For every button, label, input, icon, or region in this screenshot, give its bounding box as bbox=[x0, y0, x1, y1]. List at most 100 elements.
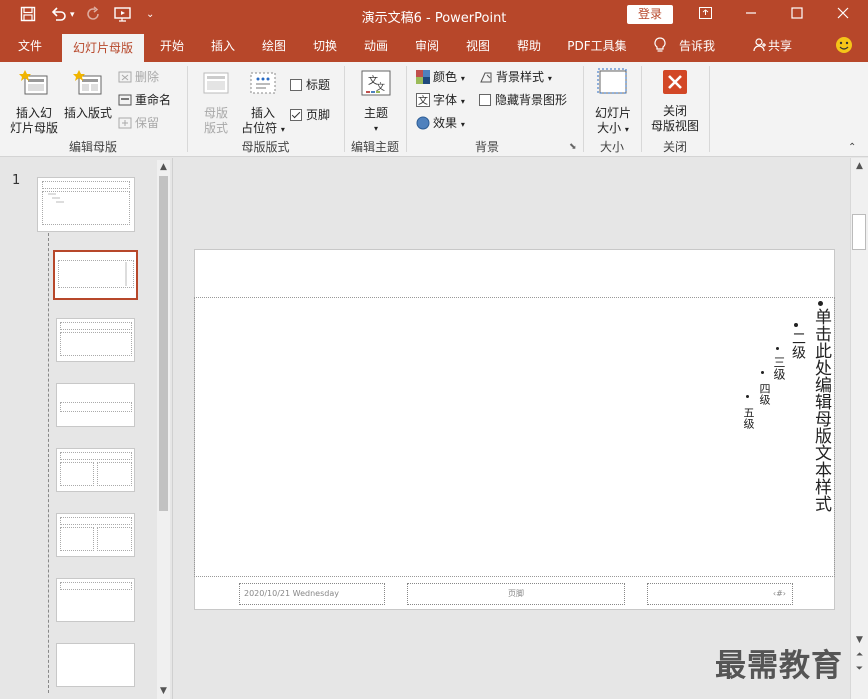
layout-thumbnail[interactable] bbox=[56, 578, 135, 622]
layout-thumbnail-selected[interactable] bbox=[53, 250, 138, 300]
title-checkbox[interactable]: 标题 bbox=[290, 76, 330, 94]
colors-icon bbox=[416, 70, 430, 84]
scroll-up-arrow[interactable]: ▲ bbox=[157, 162, 170, 172]
bullet-level-2 bbox=[794, 323, 798, 327]
thumbnail-scrollbar[interactable]: ▲ ▼ bbox=[157, 160, 170, 699]
scroll-down-arrow[interactable]: ▼ bbox=[851, 635, 868, 645]
level-4-text: 四级 bbox=[758, 383, 771, 405]
background-styles-button[interactable]: 背景样式 ▾ bbox=[479, 68, 552, 86]
minimize-icon[interactable] bbox=[740, 4, 762, 26]
hide-background-graphics-box[interactable] bbox=[479, 94, 491, 106]
master-layout-button: 母版 版式 bbox=[196, 68, 236, 136]
canvas-scroll-thumb[interactable] bbox=[852, 214, 866, 250]
slide-size-button[interactable]: 幻灯片 大小 ▾ bbox=[590, 68, 636, 137]
layout-thumbnail[interactable] bbox=[56, 318, 135, 362]
master-slide-thumbnail[interactable] bbox=[37, 177, 135, 232]
scroll-down-arrow[interactable]: ▼ bbox=[157, 686, 170, 696]
tab-pdf-tools[interactable]: PDF工具集 bbox=[562, 31, 632, 62]
tab-slide-master[interactable]: 幻灯片母版 bbox=[62, 34, 144, 62]
title-bar: ▾ ⌄ 演示文稿6 - PowerPoint 登录 bbox=[0, 0, 868, 31]
maximize-icon[interactable] bbox=[786, 4, 808, 26]
layout-thumbnail[interactable] bbox=[56, 643, 135, 687]
scroll-up-arrow[interactable]: ▲ bbox=[851, 161, 868, 171]
chevron-down-icon: ▾ bbox=[373, 124, 378, 133]
slide-number-placeholder[interactable]: ‹#› bbox=[647, 583, 793, 605]
fonts-button[interactable]: 文字体 ▾ bbox=[416, 91, 465, 109]
effects-icon bbox=[416, 116, 430, 130]
themes-button[interactable]: 文文 主题 ▾ bbox=[356, 68, 396, 136]
smiley-feedback-icon[interactable] bbox=[833, 31, 855, 62]
preserve-pin-icon bbox=[118, 116, 132, 130]
fonts-icon: 文 bbox=[416, 93, 430, 107]
lightbulb-icon bbox=[650, 31, 670, 62]
tab-file[interactable]: 文件 bbox=[8, 31, 52, 62]
share-button[interactable]: 共享 bbox=[768, 31, 800, 62]
effects-button[interactable]: 效果 ▾ bbox=[416, 114, 465, 132]
footer-placeholder[interactable]: 页脚 bbox=[407, 583, 625, 605]
close-master-view-icon bbox=[646, 68, 704, 100]
chevron-down-icon: ▾ bbox=[624, 125, 629, 134]
insert-placeholder-icon bbox=[240, 68, 286, 102]
footer-checkbox[interactable]: 页脚 bbox=[290, 106, 330, 124]
layout-thumbnail[interactable] bbox=[56, 448, 135, 492]
slide-size-icon bbox=[590, 68, 636, 102]
group-label-close: 关闭 bbox=[662, 140, 687, 154]
master-layout-icon bbox=[196, 68, 236, 102]
chevron-down-icon: ▾ bbox=[460, 97, 465, 106]
next-slide-icon[interactable]: ⏷ bbox=[851, 664, 868, 674]
tab-view[interactable]: 视图 bbox=[458, 31, 498, 62]
layout-connector-line bbox=[48, 233, 49, 693]
tab-transitions[interactable]: 切换 bbox=[305, 31, 345, 62]
rename-button[interactable]: 重命名 bbox=[118, 91, 171, 109]
date-placeholder[interactable]: 2020/10/21 Wednesday bbox=[239, 583, 385, 605]
insert-placeholder-button[interactable]: 插入 占位符 ▾ bbox=[240, 68, 286, 137]
chevron-down-icon: ▾ bbox=[280, 125, 285, 134]
thumbnail-scroll-thumb[interactable] bbox=[159, 176, 168, 511]
footer-checkbox-box[interactable] bbox=[290, 109, 302, 121]
tab-draw[interactable]: 绘图 bbox=[254, 31, 294, 62]
login-button[interactable]: 登录 bbox=[627, 5, 673, 24]
preserve-button: 保留 bbox=[118, 114, 159, 132]
share-person-icon[interactable] bbox=[750, 31, 770, 62]
delete-slide-icon bbox=[118, 70, 132, 84]
close-master-view-button[interactable]: 关闭 母版视图 bbox=[646, 68, 704, 134]
tab-help[interactable]: 帮助 bbox=[509, 31, 549, 62]
tab-animations[interactable]: 动画 bbox=[356, 31, 396, 62]
hide-background-graphics-checkbox[interactable]: 隐藏背景图形 bbox=[479, 91, 567, 109]
close-icon[interactable] bbox=[832, 4, 854, 26]
insert-slide-master-icon bbox=[8, 68, 60, 102]
group-label-edit-master: 编辑母版 bbox=[68, 140, 117, 154]
body-text-placeholder[interactable] bbox=[194, 297, 835, 577]
window-title: 演示文稿6 - PowerPoint bbox=[361, 11, 507, 26]
ribbon-display-options-icon[interactable] bbox=[694, 4, 716, 26]
insert-layout-button[interactable]: 插入版式 bbox=[62, 68, 114, 121]
canvas-scrollbar[interactable]: ▲ ▼ ⏶ ⏷ bbox=[850, 158, 868, 699]
tab-home[interactable]: 开始 bbox=[152, 31, 192, 62]
insert-slide-master-button[interactable]: 插入幻 灯片母版 bbox=[8, 68, 60, 136]
collapse-ribbon-icon[interactable]: ⌃ bbox=[848, 142, 856, 153]
slide-number: 1 bbox=[12, 173, 21, 188]
group-separator bbox=[709, 66, 710, 152]
layout-thumbnail[interactable] bbox=[56, 383, 135, 427]
level-1-text: 单击此处编辑母版文本样式 bbox=[811, 308, 831, 512]
level-3-text: 三级 bbox=[772, 356, 786, 380]
slide-layout-canvas[interactable]: 单击此处编辑母版文本样式 二级 三级 四级 五级 2020/10/21 Wedn… bbox=[194, 249, 835, 610]
previous-slide-icon[interactable]: ⏶ bbox=[851, 650, 868, 660]
title-checkbox-box[interactable] bbox=[290, 79, 302, 91]
group-label-size: 大小 bbox=[599, 140, 624, 154]
ribbon: 插入幻 灯片母版 插入版式 删除 重命名 保留 编辑母版 母版 版式 插入 占位… bbox=[0, 62, 868, 157]
tell-me-search[interactable]: 告诉我 bbox=[672, 31, 722, 62]
chevron-down-icon: ▾ bbox=[460, 74, 465, 83]
bullet-level-1 bbox=[818, 301, 823, 306]
svg-text:文: 文 bbox=[418, 94, 428, 107]
insert-layout-icon bbox=[62, 68, 114, 102]
layout-thumbnail[interactable] bbox=[56, 513, 135, 557]
dialog-launcher-icon[interactable]: ⬊ bbox=[569, 142, 577, 152]
level-2-text: 二级 bbox=[790, 331, 806, 359]
group-label-background: 背景 bbox=[474, 140, 499, 154]
tab-review[interactable]: 审阅 bbox=[407, 31, 447, 62]
bullet-level-5 bbox=[746, 395, 749, 398]
chevron-down-icon: ▾ bbox=[460, 120, 465, 129]
colors-button[interactable]: 颜色 ▾ bbox=[416, 68, 465, 86]
tab-insert[interactable]: 插入 bbox=[203, 31, 243, 62]
